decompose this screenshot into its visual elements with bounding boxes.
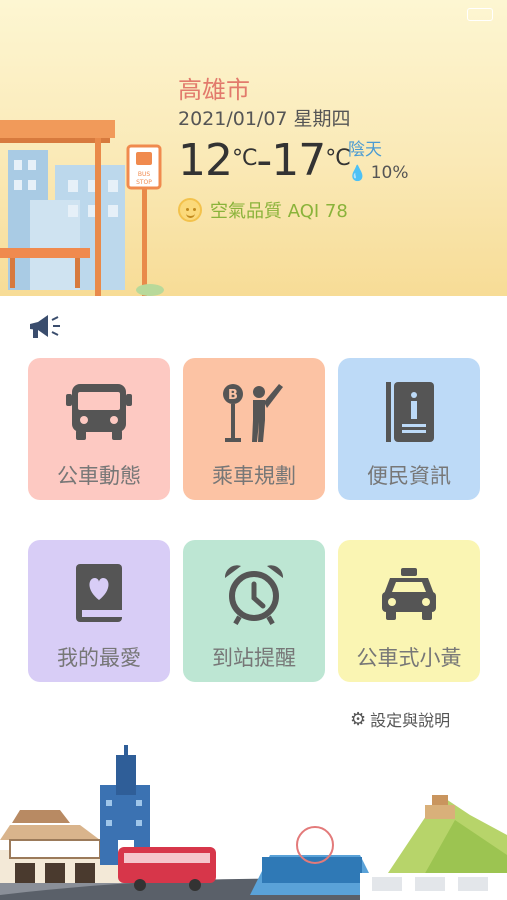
info-book-icon [386, 382, 434, 442]
tile-label: 公車動態 [57, 464, 141, 488]
raindrop-icon: 💧 [348, 164, 367, 182]
rain-chance: 💧 10% [348, 163, 408, 183]
battery-icon [467, 8, 493, 21]
temperature-range: 12°C-17°C [178, 135, 351, 186]
tile-label: 乘車規劃 [212, 464, 296, 488]
temp-high: 17 [271, 135, 326, 186]
aqi-label: 空氣品質 AQI 78 [210, 201, 348, 222]
settings-label: 設定與說明 [370, 711, 451, 730]
tile-label: 公車式小黃 [356, 646, 462, 670]
rain-chance-value: 10% [370, 163, 409, 183]
alarm-clock-icon [224, 565, 284, 625]
temp-unit: °C [232, 146, 257, 171]
kaohsiung-skyline-illustration [0, 745, 507, 900]
favorite-book-icon [76, 564, 122, 622]
favorites-tile[interactable]: 我的最愛 [28, 540, 170, 682]
city-name[interactable]: 高雄市 [178, 70, 250, 105]
svg-text:BUS: BUS [138, 171, 151, 178]
temp-dash: - [256, 135, 272, 186]
bus-stop-person-icon: B [223, 384, 283, 442]
svg-text:B: B [228, 388, 238, 403]
taxi-tile[interactable]: 公車式小黃 [338, 540, 480, 682]
tile-label: 我的最愛 [57, 646, 141, 670]
temp-unit: °C [325, 146, 350, 171]
weather-header: BUS STOP 高雄市 2021/01/07 星期四 12°C-17°C 陰天… [0, 0, 507, 296]
arrival-alert-tile[interactable]: 到站提醒 [183, 540, 325, 682]
air-quality: 空氣品質 AQI 78 [178, 197, 348, 223]
temp-low: 12 [178, 135, 233, 186]
public-info-tile[interactable]: 便民資訊 [338, 358, 480, 500]
megaphone-icon[interactable] [26, 312, 62, 342]
settings-help-link[interactable]: ⚙ 設定與說明 [350, 707, 450, 731]
weather-condition: 陰天 [348, 140, 382, 160]
date-text: 2021/01/07 星期四 [178, 108, 351, 130]
tile-label: 便民資訊 [367, 464, 451, 488]
bus-shelter-illustration: BUS STOP [0, 120, 164, 296]
bus-status-tile[interactable]: 公車動態 [28, 358, 170, 500]
tile-label: 到站提醒 [212, 646, 296, 670]
gear-icon: ⚙ [350, 708, 367, 730]
bus-icon [66, 384, 132, 440]
svg-text:STOP: STOP [136, 179, 152, 186]
taxi-icon [382, 568, 436, 620]
smile-face-icon [178, 198, 202, 222]
trip-planning-tile[interactable]: B 乘車規劃 [183, 358, 325, 500]
